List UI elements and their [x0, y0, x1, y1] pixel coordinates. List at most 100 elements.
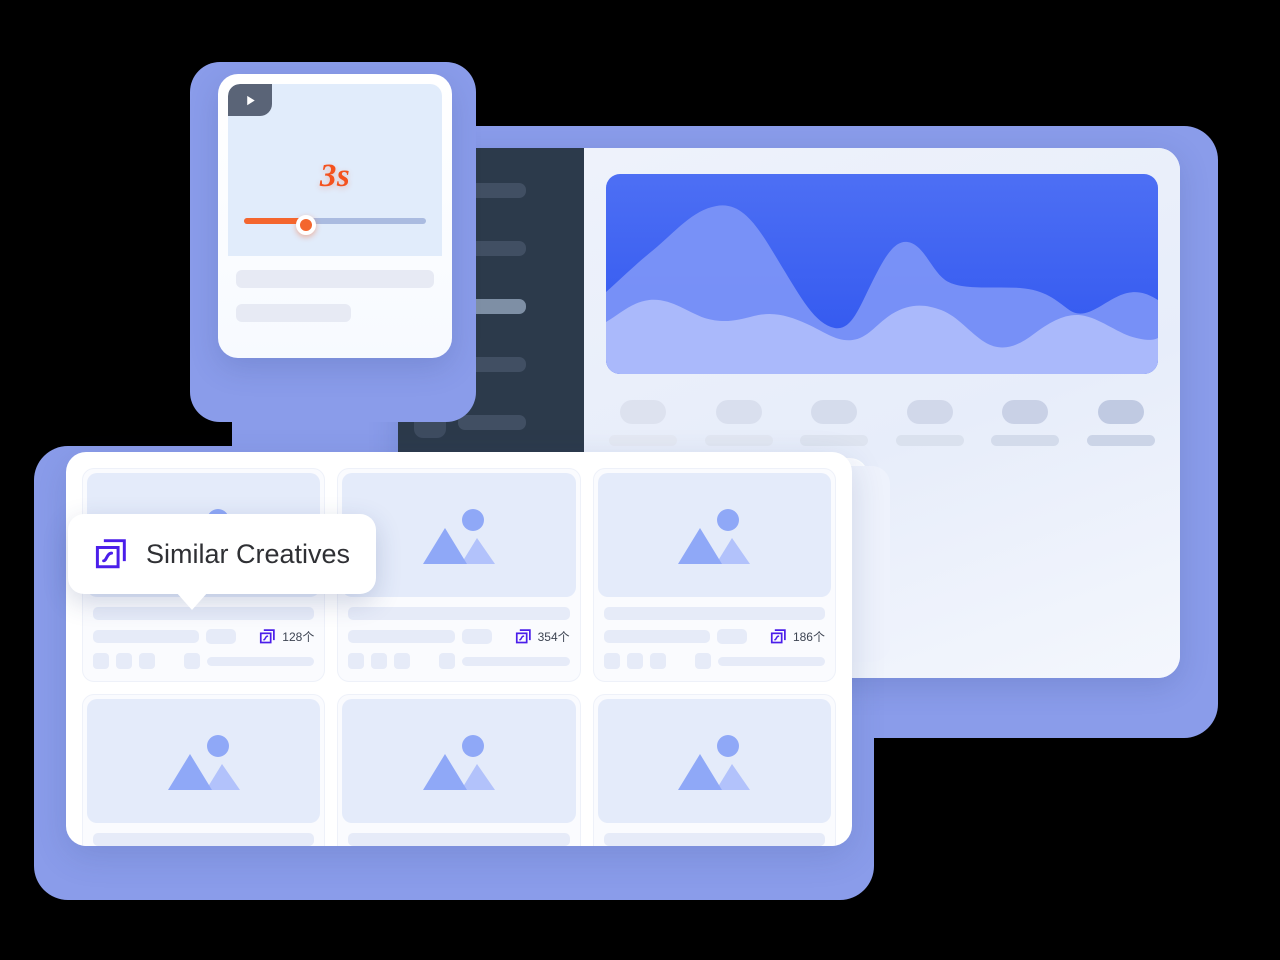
creative-tag-line [462, 656, 570, 666]
similar-count-value: 354个 [537, 630, 570, 644]
metric-chip-3 [797, 400, 871, 446]
creative-tag-line [207, 656, 315, 666]
metric-chip-5-pill [1002, 400, 1049, 424]
image-placeholder-icon [678, 735, 751, 791]
creative-title-row [348, 833, 570, 846]
creative-tag-2 [626, 653, 643, 669]
creative-tag-4 [439, 653, 456, 669]
similar-count-badge[interactable]: 128个 [259, 628, 314, 645]
metric-chip-3-pill [811, 400, 858, 424]
creative-tag-4 [694, 653, 711, 669]
metric-chip-2 [702, 400, 776, 446]
duplicate-icon [260, 629, 276, 644]
creative-title-row [93, 833, 315, 846]
creative-card-body: 186个 [594, 597, 835, 681]
video-title-placeholder [236, 270, 434, 288]
similar-count-value: 128个 [282, 630, 315, 644]
metric-chip-2-pill [715, 400, 762, 424]
video-card-body [228, 256, 442, 322]
metric-chip-2-line [704, 435, 773, 446]
metric-chip-4-pill [906, 400, 953, 424]
creative-card-body [594, 823, 835, 846]
creative-tags-row [93, 653, 315, 669]
creative-card-body: 354个 [338, 597, 579, 681]
duration-label: 3s [319, 158, 351, 194]
creative-tag-2 [371, 653, 388, 669]
creative-meta-row: 128个 [93, 628, 314, 645]
metric-chip-1-pill [620, 400, 666, 424]
creative-tag-1 [603, 653, 620, 669]
duplicate-icon [95, 539, 126, 569]
slider-thumb[interactable] [295, 215, 316, 235]
duplicate-icon [770, 629, 786, 644]
metric-chip-1 [606, 400, 680, 446]
duration-slider[interactable] [244, 212, 426, 235]
creative-subtitle-placeholder [93, 630, 200, 643]
creative-card[interactable] [82, 694, 326, 846]
creative-subtitle-placeholder [348, 630, 455, 643]
creative-card[interactable]: 186个 [592, 468, 836, 682]
metric-chip-3-line [800, 435, 869, 446]
creative-chip [206, 629, 237, 644]
video-card: 3s [218, 74, 452, 358]
creative-tag-4 [184, 653, 200, 669]
creative-tag-3 [394, 653, 411, 669]
similar-count-badge[interactable]: 354个 [515, 628, 570, 645]
tooltip-label: Similar Creatives [146, 538, 351, 569]
illustration-stage: 128个 354个 186个 3s Similar Creatives [0, 0, 1280, 960]
creative-tag-3 [139, 653, 155, 669]
creative-tag-1 [348, 653, 365, 669]
sidebar-item-5-label [458, 414, 526, 430]
creative-tags-row [348, 653, 570, 669]
area-chart-svg [606, 205, 1158, 374]
creative-chip [716, 629, 747, 644]
creative-tag-2 [116, 653, 132, 669]
creative-tags-row [603, 653, 825, 669]
creative-card[interactable] [337, 694, 581, 846]
creative-tag-3 [649, 653, 666, 669]
video-subtitle-placeholder [236, 304, 351, 322]
creative-thumbnail [597, 473, 831, 597]
creative-title-placeholder [348, 607, 570, 620]
creative-meta-row: 354个 [348, 628, 570, 645]
similar-creatives-tooltip[interactable]: Similar Creatives [68, 514, 377, 594]
duplicate-icon [515, 629, 531, 644]
metric-chip-5 [988, 400, 1062, 446]
creative-thumbnail [342, 699, 576, 823]
creative-thumbnail [342, 473, 576, 597]
creative-title-placeholder [348, 833, 570, 846]
image-placeholder-icon [167, 735, 240, 791]
image-placeholder-icon [422, 509, 495, 565]
image-placeholder-icon [678, 509, 751, 565]
creative-title-row [603, 607, 825, 620]
creative-title-placeholder [93, 833, 315, 846]
creative-thumbnail [597, 699, 831, 823]
metric-chip-1-line [609, 435, 677, 446]
creative-thumbnail [87, 699, 321, 823]
image-placeholder-icon [422, 735, 495, 791]
creative-card-body [338, 823, 579, 846]
creative-tag-1 [93, 653, 109, 669]
creative-title-placeholder [603, 833, 825, 846]
creative-card[interactable] [592, 694, 836, 846]
creative-title-placeholder [603, 607, 825, 620]
similar-count-value: 186个 [792, 630, 825, 644]
creative-tag-line [717, 656, 825, 666]
creative-title-row [603, 833, 825, 846]
creatives-panel: 128个 354个 186个 [66, 452, 852, 846]
creative-chip [461, 629, 492, 644]
metric-chip-5-line [991, 435, 1060, 446]
metric-chip-6-pill [1097, 400, 1144, 424]
play-button[interactable] [228, 84, 272, 116]
metric-chip-4 [893, 400, 967, 446]
metric-chip-6 [1084, 400, 1158, 446]
creative-meta-row: 186个 [603, 628, 825, 645]
creative-subtitle-placeholder [603, 630, 710, 643]
play-icon [246, 95, 255, 105]
video-preview: 3s [228, 84, 442, 256]
metric-chips [606, 400, 1158, 446]
similar-count-badge[interactable]: 186个 [770, 628, 825, 645]
creative-card-body [83, 823, 324, 846]
tooltip-arrow [176, 592, 208, 610]
area-chart [606, 174, 1158, 374]
